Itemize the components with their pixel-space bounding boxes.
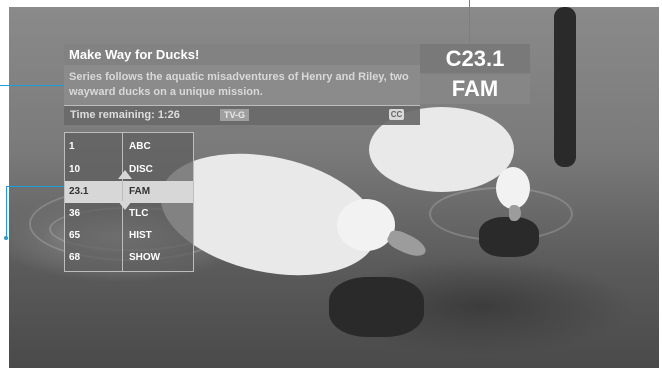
- closed-caption-icon: CC: [389, 109, 404, 120]
- channel-number: 68: [69, 252, 81, 263]
- tree-reflection: [554, 7, 576, 167]
- duck-front-beak: [385, 227, 429, 261]
- channel-list-item[interactable]: 68 SHOW: [65, 247, 193, 269]
- channel-number: 10: [69, 164, 81, 175]
- duck-front-head: [337, 199, 395, 251]
- channel-list-item[interactable]: 65 HIST: [65, 225, 193, 247]
- channel-list-item-selected[interactable]: 23.1 FAM: [65, 181, 193, 203]
- duck-back-head: [496, 167, 530, 209]
- channel-name: SHOW: [129, 252, 161, 263]
- callout-line-list-vertical: [6, 186, 7, 238]
- program-description-bar: Series follows the aquatic misadventures…: [64, 65, 420, 105]
- current-channel-name: FAM: [420, 74, 530, 104]
- program-title-bar: Make Way for Ducks!: [64, 44, 420, 65]
- channel-name: DISC: [129, 164, 153, 175]
- callout-line-list: [6, 186, 64, 187]
- channel-number: 65: [69, 230, 81, 241]
- scroll-down-arrow-icon[interactable]: [118, 201, 132, 210]
- program-title: Make Way for Ducks!: [69, 47, 200, 62]
- current-channel-number: C23.1: [420, 44, 530, 73]
- scroll-up-arrow-icon[interactable]: [118, 170, 132, 179]
- current-channel-display: C23.1 FAM: [420, 44, 530, 104]
- channel-name: FAM: [129, 186, 151, 197]
- channel-number: 36: [69, 208, 81, 219]
- duck-reflection: [479, 217, 539, 257]
- program-info-banner: Make Way for Ducks! Series follows the a…: [64, 44, 420, 125]
- channel-list-item[interactable]: 1 ABC: [65, 136, 193, 158]
- channel-name: ABC: [129, 141, 151, 152]
- channel-name: HIST: [129, 230, 152, 241]
- duck-reflection: [329, 277, 424, 337]
- callout-dot: [4, 236, 8, 240]
- callout-line-description: [0, 85, 64, 86]
- channel-number: 1: [69, 141, 75, 152]
- channel-list[interactable]: 1 ABC 10 DISC 23.1 FAM 36 TLC 65 HIST 68…: [64, 132, 194, 272]
- time-remaining: Time remaining: 1:26: [70, 109, 180, 121]
- program-description: Series follows the aquatic misadventures…: [69, 71, 409, 98]
- callout-line-channel: [469, 0, 470, 44]
- rating-badge: TV-G: [220, 109, 250, 121]
- program-status-bar: Time remaining: 1:26 TV-G CC: [64, 105, 420, 125]
- channel-number: 23.1: [69, 186, 89, 197]
- duck-back-beak: [509, 205, 521, 221]
